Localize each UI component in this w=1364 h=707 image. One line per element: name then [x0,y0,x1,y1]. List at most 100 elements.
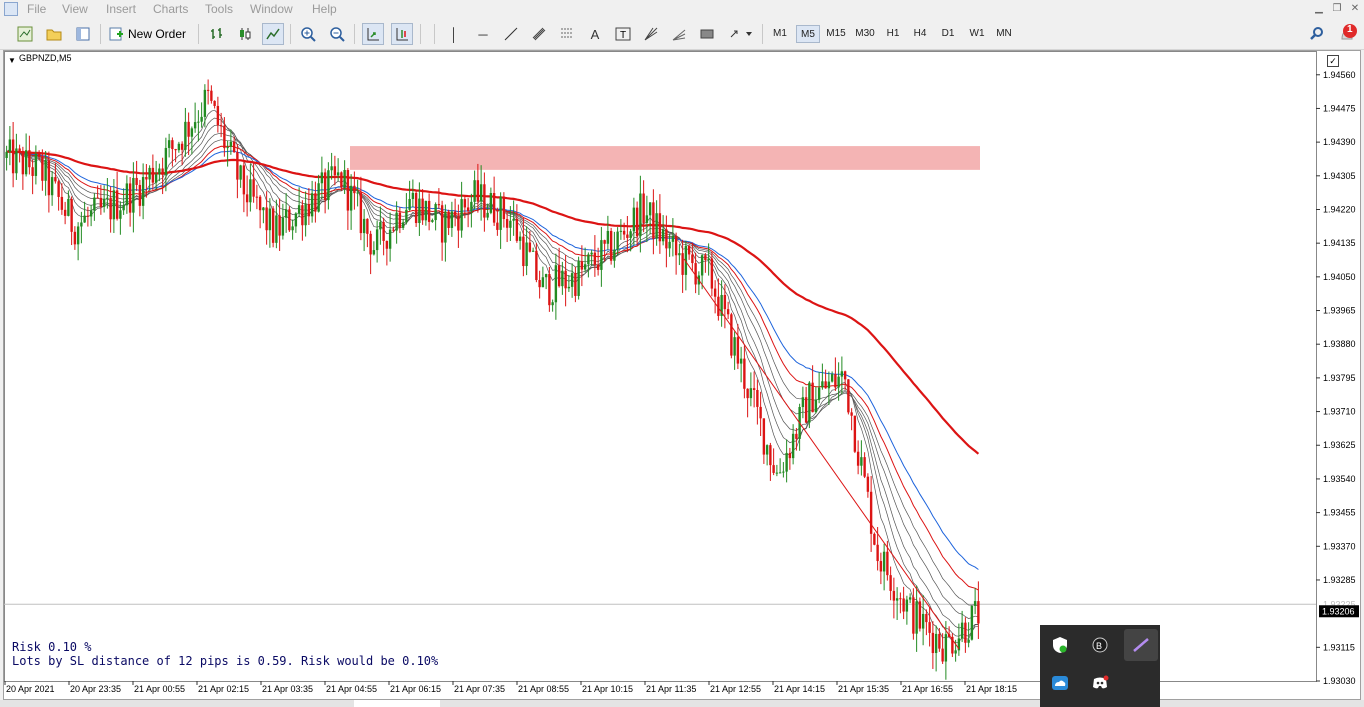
equidistant-channel-icon[interactable] [528,23,550,45]
candle-body [83,215,86,223]
timeframe-w1[interactable]: W1 [964,25,990,43]
candle-body [349,185,353,211]
new-order-button[interactable]: New Order [108,23,186,45]
bar-chart-icon[interactable] [206,23,228,45]
text-icon[interactable]: A [584,23,606,45]
timeframe-m30[interactable]: M30 [852,25,878,43]
candle-body [938,633,941,649]
candle-body [902,598,905,612]
windows-security-icon[interactable] [1048,633,1072,657]
gann-fan-icon[interactable] [640,23,662,45]
candle-body [174,149,177,151]
timeframe-mn[interactable]: MN [992,25,1016,43]
timeframe-m15[interactable]: M15 [823,25,849,43]
candle-body [934,633,938,654]
candle-body [112,190,116,220]
price-zone-rectangle [350,146,980,170]
menu-view[interactable]: View [62,2,88,16]
fibonacci-icon[interactable] [556,23,578,45]
price-tick-label: 1.93540 [1323,474,1356,484]
menu-file[interactable]: File [27,2,46,16]
fibo-fan-icon[interactable] [668,23,690,45]
candle-body [148,167,151,180]
candle-body [827,381,831,389]
candle-body [398,212,402,228]
timeframe-m1[interactable]: M1 [768,25,792,43]
timeframe-h4[interactable]: H4 [908,25,932,43]
candle-body [609,230,613,261]
timeframe-d1[interactable]: D1 [936,25,960,43]
candle-body [912,597,915,634]
candle-body [554,265,558,303]
candle-body [76,226,80,245]
pen-tray-icon[interactable] [1124,629,1158,661]
vertical-line-icon[interactable]: │ [443,23,465,45]
rectangle-icon[interactable] [696,23,718,45]
search-icon[interactable] [1306,23,1328,45]
one-click-trading-checkbox[interactable]: ✓ [1327,55,1339,67]
chart-menu-icon[interactable]: ▼ [8,56,16,65]
candle-body [960,622,964,639]
price-tick-label: 1.93965 [1323,306,1356,316]
menu-help[interactable]: Help [312,2,337,16]
chart-tab-active[interactable] [354,700,440,707]
menu-charts[interactable]: Charts [153,2,188,16]
candle-body [567,286,571,289]
auto-scroll-icon[interactable] [362,23,384,45]
line-chart-icon[interactable] [262,23,284,45]
app-icon[interactable] [4,2,18,16]
zoom-in-icon[interactable] [297,23,319,45]
candle-body [889,575,892,591]
candle-body [531,250,535,252]
candle-body [223,125,226,149]
timeframe-h1[interactable]: H1 [881,25,905,43]
chart-window[interactable]: 1.94560 1.94475 1.94390 1.94305 1.94220 1.941… [3,50,1361,700]
price-tick-label: 1.94220 [1323,204,1356,214]
horizontal-line-icon[interactable]: ─ [472,23,494,45]
time-tick-label: 21 Apr 10:15 [582,684,633,694]
restore-icon[interactable]: ❐ [1329,2,1345,15]
time-tick-label: 21 Apr 04:55 [326,684,377,694]
candle-body [291,226,294,231]
candle-body [853,415,857,452]
menu-tools[interactable]: Tools [205,2,233,16]
candle-body [892,590,896,601]
candle-body [847,379,850,413]
menu-insert[interactable]: Insert [106,2,136,16]
candle-body [125,183,129,206]
zoom-out-icon[interactable] [326,23,348,45]
discord-icon[interactable] [1088,671,1112,695]
candle-body [710,258,714,289]
candle-body [18,148,21,151]
menu-window[interactable]: Window [250,2,293,16]
new-chart-icon[interactable] [14,23,36,45]
candle-body [330,166,333,171]
arrows-dropdown-icon[interactable] [726,23,756,45]
profiles-folder-icon[interactable] [43,23,65,45]
candle-body [931,632,935,654]
text-label-icon[interactable]: T [612,23,634,45]
candle-body [317,183,320,212]
candle-body [964,622,967,643]
minimize-icon[interactable]: ▁ [1311,2,1327,15]
candlestick-chart-icon[interactable] [234,23,256,45]
price-chart[interactable]: 1.94560 1.94475 1.94390 1.94305 1.94220 1.941… [4,51,1360,699]
timeframe-m5[interactable]: M5 [796,25,820,43]
trendline-icon[interactable] [500,23,522,45]
notifications-icon[interactable]: 1 [1336,23,1358,45]
candle-body [333,166,337,176]
notification-count: 1 [1347,24,1353,35]
ema-line [6,145,979,591]
onedrive-icon[interactable] [1048,671,1072,695]
candle-body [743,358,746,389]
chart-shift-icon[interactable] [391,23,413,45]
close-icon[interactable]: ✕ [1347,2,1363,15]
candle-body [843,371,847,380]
time-tick-label: 21 Apr 07:35 [454,684,505,694]
app-tray-icon[interactable]: B [1088,633,1112,657]
candle-body [678,253,681,256]
market-watch-icon[interactable] [72,23,94,45]
ema-line [6,150,979,570]
time-tick-label: 21 Apr 16:55 [902,684,953,694]
candle-body [171,140,174,150]
